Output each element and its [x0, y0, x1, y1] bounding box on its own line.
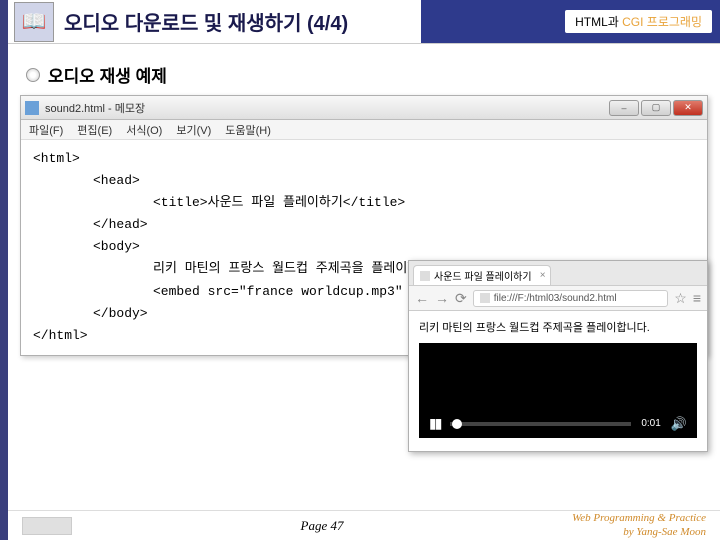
browser-toolbar: ← → ⟳ file:///F:/html03/sound2.html ☆ ≡ [409, 285, 707, 311]
page-number: Page 47 [301, 518, 344, 534]
section-heading-text: 오디오 재생 예제 [48, 62, 167, 87]
page-text: 리키 마틴의 프랑스 월드컵 주제곡을 플레이합니다. [419, 319, 697, 335]
close-button[interactable]: ✕ [673, 100, 703, 116]
address-bar[interactable]: file:///F:/html03/sound2.html [473, 290, 669, 307]
seek-track[interactable] [450, 422, 631, 426]
credit-line1: Web Programming & Practice [572, 512, 706, 525]
menu-format[interactable]: 서식(O) [126, 122, 162, 138]
code-line: </head> [33, 214, 695, 236]
bookmark-button[interactable]: ☆ [674, 290, 687, 307]
back-button[interactable]: ← [415, 290, 429, 306]
window-controls: – ▢ ✕ [609, 100, 703, 116]
credit-line2: by Yang-Sae Moon [572, 526, 706, 539]
tab-title: 사운드 파일 플레이하기 [434, 268, 532, 283]
slide-header: 📖 오디오 다운로드 및 재생하기 (4/4) HTML과 CGI 프로그래밍 [8, 0, 720, 44]
menu-button[interactable]: ≡ [693, 290, 701, 306]
header-subtitle: HTML과 CGI 프로그래밍 [565, 10, 712, 33]
browser-content: 리키 마틴의 프랑스 월드컵 주제곡을 플레이합니다. ▮▮ 0:01 🔊 [409, 311, 707, 451]
code-line: <body> [33, 236, 695, 258]
seek-knob[interactable] [452, 419, 462, 429]
audio-time: 0:01 [641, 418, 660, 429]
url-text: file:///F:/html03/sound2.html [494, 293, 617, 304]
reload-button[interactable]: ⟳ [455, 290, 467, 307]
menu-file[interactable]: 파일(F) [29, 122, 63, 138]
bullet-icon [26, 68, 40, 82]
subtitle-part1: HTML과 [575, 15, 622, 29]
notepad-app-icon [25, 101, 39, 115]
slide-title: 오디오 다운로드 및 재생하기 (4/4) [64, 7, 565, 36]
university-logo [22, 517, 72, 535]
menu-edit[interactable]: 편집(E) [77, 122, 112, 138]
code-line: <head> [33, 170, 695, 192]
volume-icon[interactable]: 🔊 [671, 416, 687, 432]
footer-credit: Web Programming & Practice by Yang-Sae M… [572, 512, 706, 538]
section-heading: 오디오 재생 예제 [26, 62, 720, 87]
favicon-icon [420, 271, 430, 281]
menu-view[interactable]: 보기(V) [176, 122, 211, 138]
maximize-button[interactable]: ▢ [641, 100, 671, 116]
forward-button[interactable]: → [435, 290, 449, 306]
code-line: <title>사운드 파일 플레이하기</title> [33, 192, 695, 214]
browser-tab[interactable]: 사운드 파일 플레이하기 × [413, 265, 551, 285]
tab-close-icon[interactable]: × [540, 270, 546, 281]
menu-help[interactable]: 도움말(H) [225, 122, 271, 138]
subtitle-part2: CGI 프로그래밍 [622, 15, 702, 29]
notepad-titlebar: sound2.html - 메모장 – ▢ ✕ [21, 96, 707, 120]
notepad-title: sound2.html - 메모장 [45, 100, 609, 116]
minimize-button[interactable]: – [609, 100, 639, 116]
header-icon: 📖 [14, 2, 54, 42]
notepad-menubar: 파일(F) 편집(E) 서식(O) 보기(V) 도움말(H) [21, 120, 707, 140]
browser-window: 사운드 파일 플레이하기 × ← → ⟳ file:///F:/html03/s… [408, 260, 708, 452]
code-line: <html> [33, 148, 695, 170]
file-icon [480, 293, 490, 303]
slide-footer: Page 47 Web Programming & Practice by Ya… [8, 510, 720, 540]
audio-player: ▮▮ 0:01 🔊 [419, 343, 697, 438]
browser-tabbar: 사운드 파일 플레이하기 × [409, 261, 707, 285]
audio-controls: ▮▮ 0:01 🔊 [429, 415, 687, 432]
pause-button[interactable]: ▮▮ [429, 415, 440, 432]
